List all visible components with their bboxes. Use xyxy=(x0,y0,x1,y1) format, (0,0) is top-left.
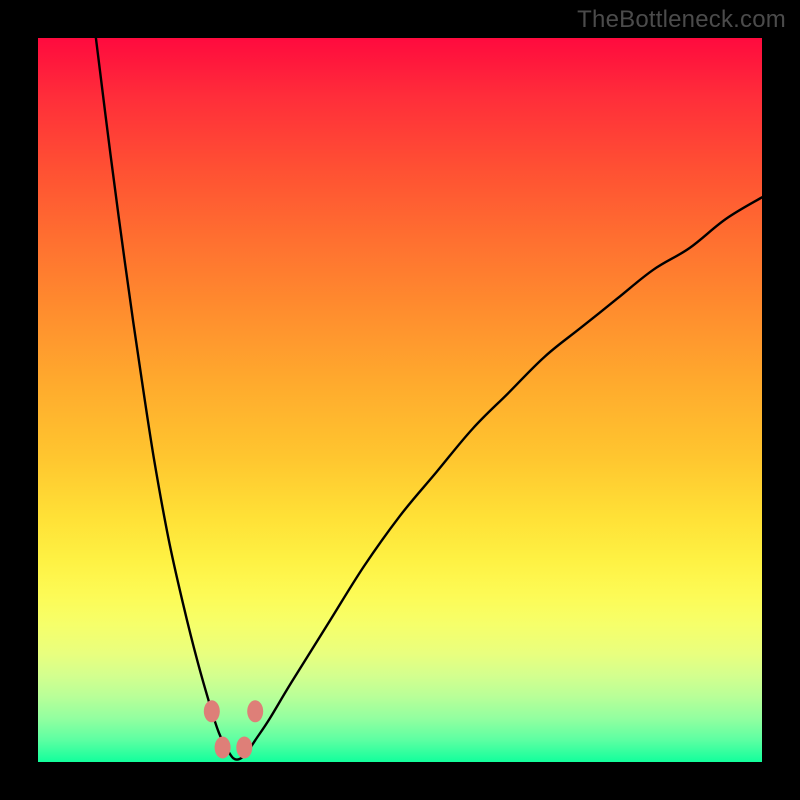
curve-svg xyxy=(38,38,762,762)
watermark-text: TheBottleneck.com xyxy=(577,6,786,34)
trough-marker xyxy=(215,737,231,759)
plot-area xyxy=(38,38,762,762)
trough-markers xyxy=(204,700,263,758)
trough-marker xyxy=(247,700,263,722)
trough-marker xyxy=(236,737,252,759)
bottleneck-curve xyxy=(96,38,762,760)
trough-marker xyxy=(204,700,220,722)
chart-frame: TheBottleneck.com xyxy=(0,0,800,800)
